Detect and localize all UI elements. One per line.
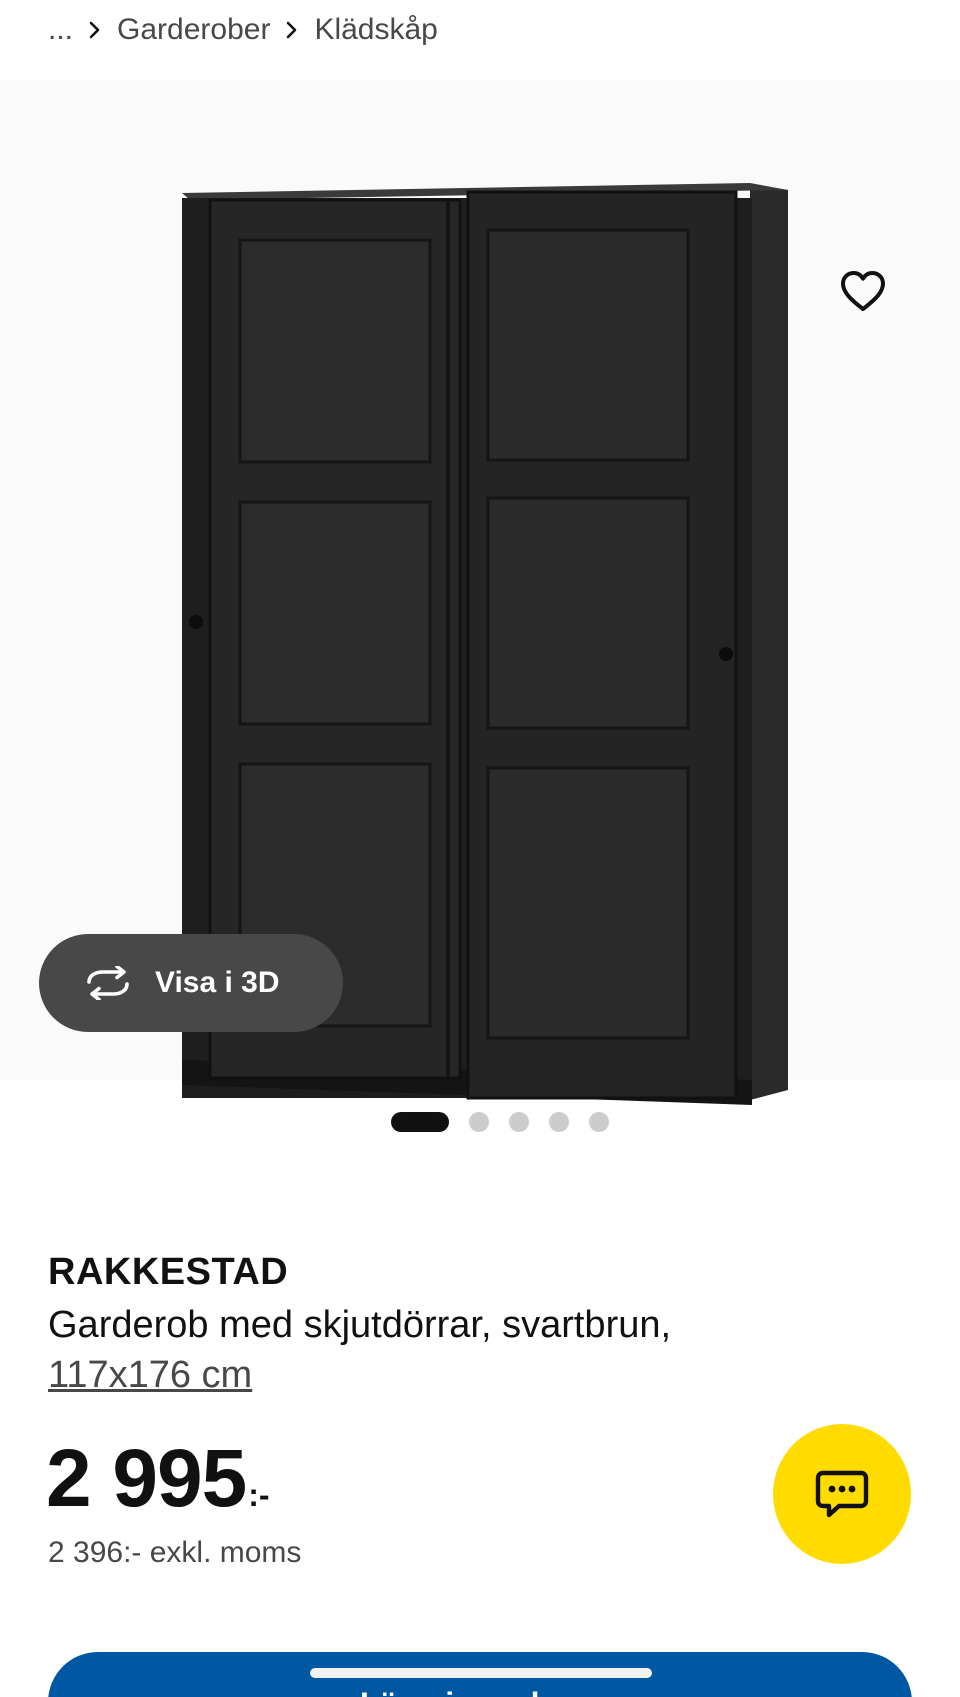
rotate-3d-icon — [87, 966, 129, 1000]
carousel-indicator — [0, 1110, 960, 1134]
breadcrumb: ... Garderober Klädskåp — [48, 8, 438, 52]
chat-icon — [815, 1470, 869, 1518]
breadcrumb-ellipsis[interactable]: ... — [48, 13, 73, 47]
chevron-right-icon — [270, 20, 314, 40]
carousel-dot[interactable] — [589, 1112, 609, 1132]
home-indicator[interactable] — [310, 1668, 652, 1678]
carousel-dot[interactable] — [469, 1112, 489, 1132]
breadcrumb-item-kladskap[interactable]: Klädskåp — [314, 13, 437, 47]
carousel-dot-active[interactable] — [391, 1112, 449, 1132]
carousel-dot[interactable] — [509, 1112, 529, 1132]
carousel-dot[interactable] — [549, 1112, 569, 1132]
price-amount: 2 995 — [46, 1433, 247, 1524]
product-description: Garderob med skjutdörrar, svartbrun, — [48, 1304, 672, 1346]
view-3d-label: Visa i 3D — [155, 966, 280, 999]
chat-button[interactable] — [773, 1424, 911, 1564]
add-to-cart-label: Lägg i varukorg — [360, 1686, 600, 1697]
heart-outline-icon — [841, 271, 885, 311]
product-name: RAKKESTAD — [48, 1251, 289, 1293]
product-size-link[interactable]: 117x176 cm — [48, 1350, 252, 1400]
price-suffix: :- — [248, 1477, 270, 1513]
price-excl-vat: 2 396:- exkl. moms — [48, 1536, 302, 1569]
product-gallery[interactable] — [0, 80, 960, 1105]
product-price: 2 995 :- — [46, 1432, 270, 1526]
favorite-button[interactable] — [838, 266, 888, 316]
view-3d-button[interactable]: Visa i 3D — [39, 934, 343, 1032]
chevron-right-icon — [73, 20, 117, 40]
breadcrumb-item-garderober[interactable]: Garderober — [117, 13, 270, 47]
